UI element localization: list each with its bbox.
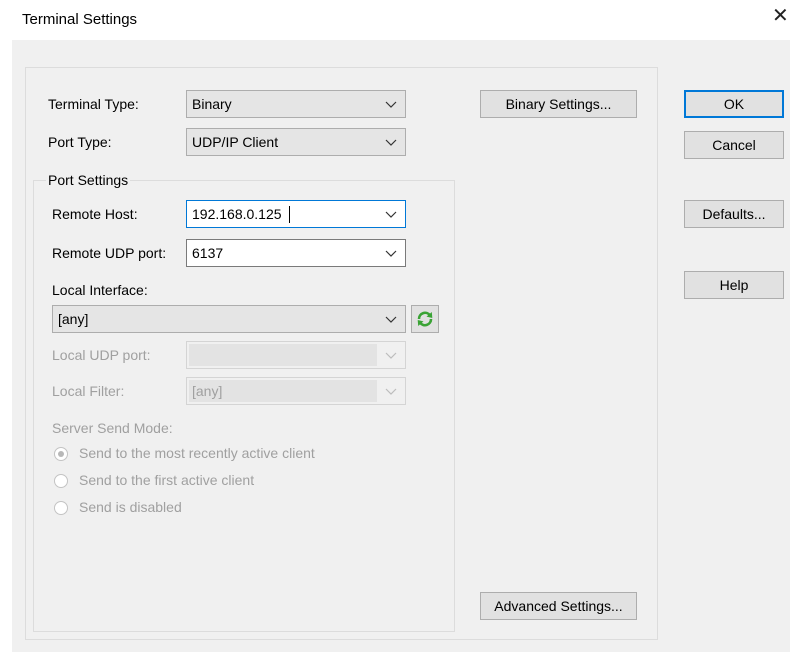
- local-udp-port-combobox: [186, 341, 406, 369]
- chevron-down-icon: [385, 310, 397, 331]
- chevron-down-icon: [385, 95, 397, 116]
- local-filter-combobox: [any]: [186, 377, 406, 405]
- remote-host-combobox[interactable]: 192.168.0.125: [186, 200, 406, 228]
- server-send-mode-label: Server Send Mode:: [52, 420, 173, 436]
- local-filter-value: [any]: [192, 383, 223, 399]
- remote-host-value: 192.168.0.125: [192, 206, 282, 222]
- port-type-label: Port Type:: [48, 134, 112, 150]
- ok-button[interactable]: OK: [684, 90, 784, 118]
- remote-udp-port-label: Remote UDP port:: [52, 245, 167, 261]
- radio-most-recent-label: Send to the most recently active client: [79, 445, 315, 461]
- defaults-button[interactable]: Defaults...: [684, 200, 784, 228]
- refresh-icon: [416, 310, 434, 331]
- close-icon[interactable]: ✕: [772, 6, 789, 26]
- remote-udp-port-value: 6137: [192, 245, 224, 261]
- terminal-type-value: Binary: [192, 96, 232, 112]
- chevron-down-icon: [385, 205, 397, 226]
- chevron-down-icon: [385, 382, 397, 403]
- local-interface-value: [any]: [58, 311, 89, 327]
- local-interface-label: Local Interface:: [52, 282, 148, 298]
- local-interface-dropdown[interactable]: [any]: [52, 305, 406, 333]
- port-settings-legend: Port Settings: [46, 172, 131, 188]
- terminal-type-dropdown[interactable]: Binary: [186, 90, 406, 118]
- binary-settings-button[interactable]: Binary Settings...: [480, 90, 637, 118]
- local-udp-port-input: [189, 344, 377, 366]
- terminal-type-label: Terminal Type:: [48, 96, 139, 112]
- text-caret: [289, 206, 290, 223]
- chevron-down-icon: [385, 244, 397, 265]
- port-type-value: UDP/IP Client: [192, 134, 279, 150]
- cancel-button[interactable]: Cancel: [684, 131, 784, 159]
- window-title: Terminal Settings: [22, 11, 138, 28]
- chevron-down-icon: [385, 133, 397, 154]
- port-type-dropdown[interactable]: UDP/IP Client: [186, 128, 406, 156]
- remote-host-label: Remote Host:: [52, 206, 138, 222]
- radio-selected-dot: [58, 451, 64, 457]
- radio-most-recent: [54, 447, 68, 461]
- chevron-down-icon: [385, 346, 397, 367]
- local-udp-port-label: Local UDP port:: [52, 347, 151, 363]
- radio-disabled-label: Send is disabled: [79, 499, 182, 515]
- advanced-settings-button[interactable]: Advanced Settings...: [480, 592, 637, 620]
- radio-first-active-label: Send to the first active client: [79, 472, 255, 488]
- remote-udp-port-combobox[interactable]: 6137: [186, 239, 406, 267]
- help-button[interactable]: Help: [684, 271, 784, 299]
- local-filter-label: Local Filter:: [52, 383, 125, 399]
- refresh-button[interactable]: [411, 305, 439, 333]
- radio-first-active: [54, 474, 68, 488]
- radio-disabled: [54, 501, 68, 515]
